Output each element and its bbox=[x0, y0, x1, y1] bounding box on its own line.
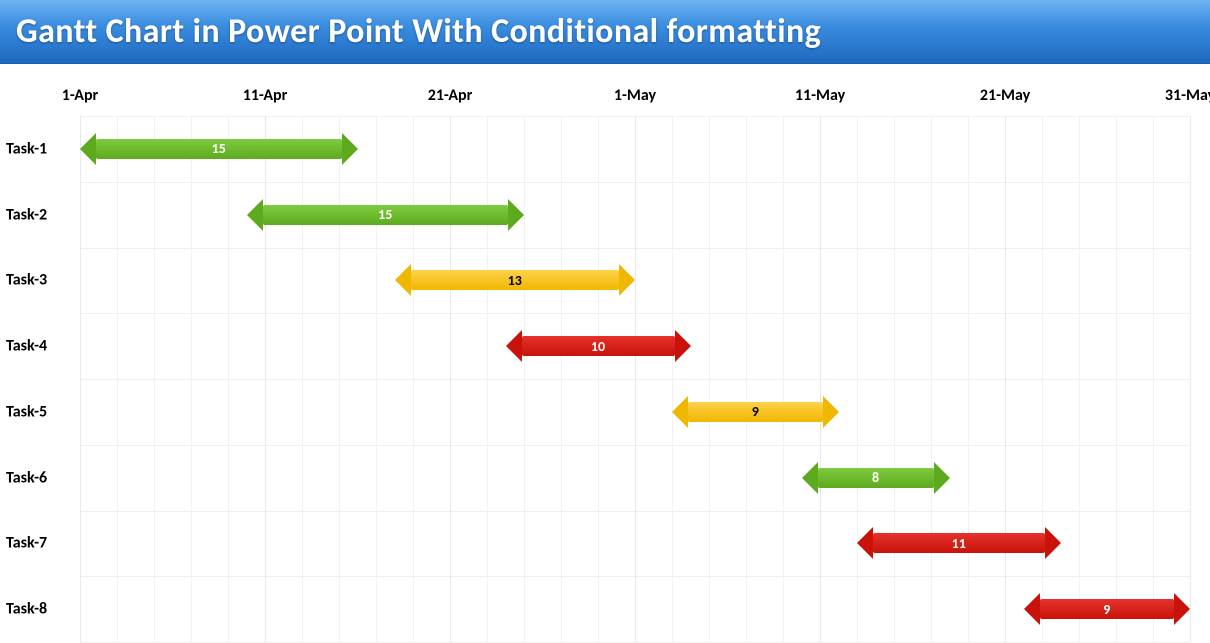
arrow-right-icon bbox=[823, 396, 839, 428]
x-tick-label: 1-May bbox=[614, 86, 656, 105]
arrow-left-icon bbox=[395, 264, 411, 296]
gridline-vertical bbox=[302, 116, 303, 642]
gridline-vertical bbox=[931, 116, 932, 642]
x-tick-label: 1-Apr bbox=[62, 86, 98, 105]
gantt-bar-label: 9 bbox=[1040, 599, 1175, 619]
gantt-bar-label: 10 bbox=[522, 336, 675, 356]
x-tick-label: 31-May bbox=[1165, 86, 1210, 105]
gridline-vertical bbox=[228, 116, 229, 642]
gantt-bar-label: 15 bbox=[96, 139, 342, 159]
gridline-vertical bbox=[1079, 116, 1080, 642]
task-label: Task-5 bbox=[6, 402, 47, 421]
gantt-bar: 9 bbox=[1024, 593, 1191, 625]
gridline-vertical bbox=[376, 116, 377, 642]
gridline-vertical bbox=[191, 116, 192, 642]
gridline-vertical bbox=[265, 116, 266, 642]
task-label: Task-7 bbox=[6, 534, 47, 553]
gridline-vertical bbox=[1042, 116, 1043, 642]
gridline-vertical bbox=[154, 116, 155, 642]
gridline-vertical bbox=[413, 116, 414, 642]
gridline-vertical bbox=[820, 116, 821, 642]
task-label: Task-4 bbox=[6, 337, 47, 356]
gridline-vertical bbox=[857, 116, 858, 642]
gantt-bar-label: 13 bbox=[411, 270, 620, 290]
arrow-right-icon bbox=[1174, 593, 1190, 625]
gridline-vertical bbox=[80, 116, 81, 642]
gantt-bar-label: 8 bbox=[818, 468, 934, 488]
x-tick-label: 21-May bbox=[980, 86, 1030, 105]
gridline-vertical bbox=[672, 116, 673, 642]
gantt-bar: 8 bbox=[802, 462, 950, 494]
gridline-vertical bbox=[968, 116, 969, 642]
task-label: Task-2 bbox=[6, 205, 47, 224]
gantt-bar-label: 9 bbox=[688, 402, 823, 422]
gantt-bar: 9 bbox=[672, 396, 839, 428]
gridline-vertical bbox=[339, 116, 340, 642]
task-label: Task-1 bbox=[6, 139, 47, 158]
task-label: Task-8 bbox=[6, 600, 47, 619]
gridline-vertical bbox=[746, 116, 747, 642]
gridline-vertical bbox=[117, 116, 118, 642]
arrow-left-icon bbox=[672, 396, 688, 428]
arrow-right-icon bbox=[675, 330, 691, 362]
gridline-vertical bbox=[524, 116, 525, 642]
title-bar: Gantt Chart in Power Point With Conditio… bbox=[0, 0, 1210, 64]
arrow-left-icon bbox=[80, 133, 96, 165]
arrow-right-icon bbox=[342, 133, 358, 165]
x-tick-label: 11-May bbox=[795, 86, 845, 105]
arrow-left-icon bbox=[1024, 593, 1040, 625]
gantt-bar: 10 bbox=[506, 330, 691, 362]
page-title: Gantt Chart in Power Point With Conditio… bbox=[16, 11, 821, 52]
arrow-right-icon bbox=[1045, 527, 1061, 559]
gantt-bar: 15 bbox=[247, 199, 525, 231]
task-label: Task-6 bbox=[6, 468, 47, 487]
task-label: Task-3 bbox=[6, 271, 47, 290]
gridline-vertical bbox=[1116, 116, 1117, 642]
x-tick-label: 21-Apr bbox=[428, 86, 473, 105]
arrow-right-icon bbox=[619, 264, 635, 296]
gantt-chart: 1-Apr 11-Apr 21-Apr 1-May 11-May 21-May 31-May… bbox=[0, 64, 1210, 642]
gridline-vertical bbox=[450, 116, 451, 642]
gridline-vertical bbox=[1153, 116, 1154, 642]
arrow-left-icon bbox=[857, 527, 873, 559]
gridline-vertical bbox=[783, 116, 784, 642]
x-tick-label: 11-Apr bbox=[243, 86, 288, 105]
gantt-bar-label: 11 bbox=[873, 533, 1045, 553]
gridline-vertical bbox=[487, 116, 488, 642]
gridline-vertical bbox=[894, 116, 895, 642]
gridline-vertical bbox=[635, 116, 636, 642]
gridline-vertical bbox=[598, 116, 599, 642]
gantt-bar: 13 bbox=[395, 264, 636, 296]
arrow-left-icon bbox=[802, 462, 818, 494]
gridline-vertical bbox=[709, 116, 710, 642]
gantt-bar: 11 bbox=[857, 527, 1061, 559]
arrow-left-icon bbox=[247, 199, 263, 231]
arrow-right-icon bbox=[508, 199, 524, 231]
gridline-vertical bbox=[1005, 116, 1006, 642]
gridline-vertical bbox=[1190, 116, 1191, 642]
arrow-right-icon bbox=[934, 462, 950, 494]
gridline-vertical bbox=[561, 116, 562, 642]
gantt-bar: 15 bbox=[80, 133, 358, 165]
gantt-bar-label: 15 bbox=[263, 205, 509, 225]
arrow-left-icon bbox=[506, 330, 522, 362]
